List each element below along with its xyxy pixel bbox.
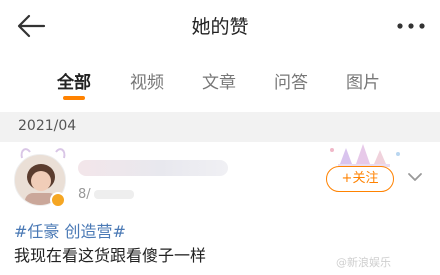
chevron-down-icon <box>408 173 422 181</box>
post-time: 8/ <box>78 187 91 202</box>
card-decoration-icon <box>330 144 400 167</box>
post-source-blurred <box>94 190 134 199</box>
tab-bar: 全部 视频 文章 问答 图片 <box>0 56 440 106</box>
tab-qa[interactable]: 问答 <box>274 68 308 93</box>
post-options-button[interactable] <box>404 166 426 188</box>
watermark: @新浪娱乐 <box>336 256 391 269</box>
tab-indicator <box>63 96 85 100</box>
verified-badge-icon <box>50 192 66 208</box>
tab-video[interactable]: 视频 <box>130 68 164 93</box>
date-label: 2021/04 <box>18 118 77 134</box>
username-blurred[interactable] <box>78 160 228 176</box>
tab-all[interactable]: 全部 <box>57 68 91 93</box>
post-text: 我现在看这货跟看傻子一样 <box>14 246 207 265</box>
nav-bar: 她的赞 <box>0 0 440 52</box>
tab-image[interactable]: 图片 <box>346 68 380 93</box>
post-card: 8/ +关注 #任豪 创造营# 我现在看这货跟看傻子一样 @新浪娱乐 <box>0 142 440 275</box>
tab-article[interactable]: 文章 <box>202 68 236 93</box>
more-button[interactable] <box>394 14 428 38</box>
page-title: 她的赞 <box>191 16 249 38</box>
date-section-header: 2021/04 <box>0 112 440 142</box>
follow-button[interactable]: +关注 <box>326 166 394 192</box>
more-dots-icon <box>397 23 425 29</box>
topic-hashtag[interactable]: #任豪 创造营# <box>14 218 126 242</box>
